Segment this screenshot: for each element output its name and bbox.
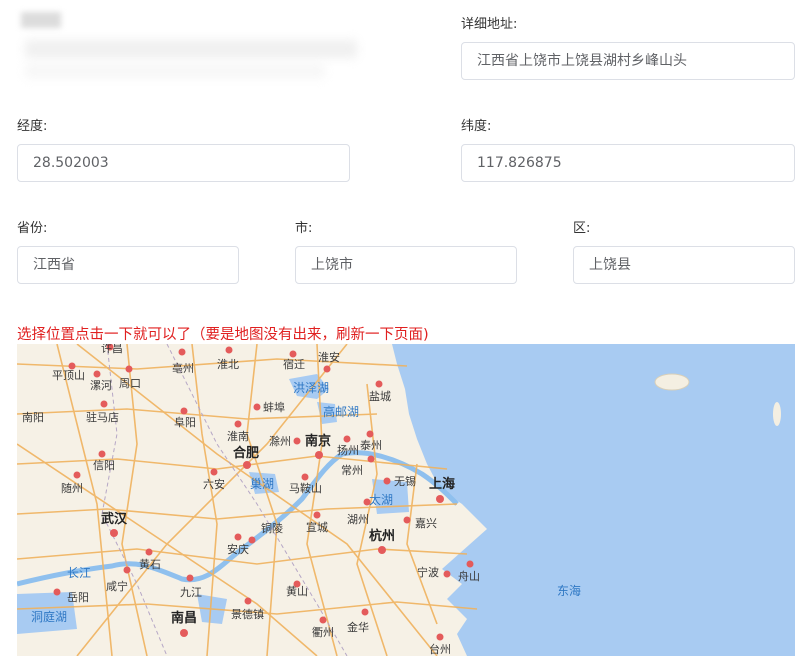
district-label: 区:	[573, 221, 591, 236]
map-label-changzhou: 常州	[341, 464, 363, 477]
map-label-huainan: 淮南	[227, 430, 249, 443]
map-label-wuhan: 武汉	[101, 511, 128, 527]
city-input[interactable]: 上饶市	[295, 246, 517, 284]
map-label-hangzhou: 杭州	[369, 528, 395, 544]
map-label-zhumadian: 驻马店	[86, 410, 119, 424]
map-label-yangzhou: 扬州	[337, 443, 359, 457]
map-label-pingdingshan: 平顶山	[52, 369, 85, 382]
map-label-xinyang: 信阳	[93, 459, 115, 472]
map-label-yueyang: 岳阳	[67, 591, 89, 604]
map-label-huaian: 淮安	[318, 350, 340, 364]
city-label: 市:	[295, 221, 313, 236]
district-input[interactable]: 上饶县	[573, 246, 795, 284]
map-label-jingdezhen: 景德镇	[231, 607, 264, 621]
map-label-jiujiang: 九江	[180, 586, 202, 599]
map-label-huangshan: 黄山	[286, 584, 308, 598]
map-label-zhoushan: 舟山	[458, 569, 480, 583]
latitude-label: 纬度:	[461, 119, 492, 134]
map-canvas[interactable]: 许昌 亳州 淮北 宿迁 淮安 平顶山 漯河 周口 盐城 南阳 驻马店 阜阳 蚌埠…	[17, 344, 795, 656]
longitude-label: 经度:	[17, 119, 48, 134]
map-label-hefei: 合肥	[233, 445, 259, 461]
map-label-chuzhou: 滁州	[269, 434, 291, 448]
map-label-bozhou: 亳州	[172, 361, 194, 375]
map-hint: 选择位置点击一下就可以了（要是地图没有出来，刷新一下页面)	[17, 327, 429, 343]
map-label-huaibei: 淮北	[217, 358, 239, 371]
map-label-dongtinghu: 洞庭湖	[31, 609, 67, 624]
map-label-jiaxing: 嘉兴	[415, 516, 437, 530]
map-label-wuxi: 无锡	[394, 474, 416, 488]
map-label-fuyang: 阜阳	[174, 416, 196, 429]
map-label-gaoyouhu: 高邮湖	[323, 404, 359, 419]
map-label-maanshan: 马鞍山	[289, 481, 322, 495]
map-label-jinhua: 金华	[347, 620, 369, 634]
map-label-taizhou-zj: 台州	[429, 642, 451, 656]
map-label-xuchang: 许昌	[101, 344, 123, 355]
map-label-bengbu: 蚌埠	[263, 400, 285, 414]
map-label-xuancheng: 宣城	[306, 520, 328, 534]
address-label: 详细地址:	[461, 17, 518, 32]
map-label-ningbo: 宁波	[417, 565, 439, 579]
map-label-nanyang: 南阳	[22, 411, 44, 424]
map-label-yancheng: 盐城	[369, 390, 391, 403]
map-label-zhoukou: 周口	[119, 377, 141, 390]
map-label-huangshi: 黄石	[139, 557, 161, 571]
province-label: 省份:	[17, 221, 48, 236]
map-label-nanjing: 南京	[305, 433, 331, 449]
map-label-changjiang: 长江	[67, 566, 91, 580]
map-label-suizhou: 随州	[61, 481, 83, 495]
map-svg[interactable]: 许昌 亳州 淮北 宿迁 淮安 平顶山 漯河 周口 盐城 南阳 驻马店 阜阳 蚌埠…	[17, 344, 795, 656]
map-label-nanchang: 南昌	[171, 610, 197, 626]
province-input[interactable]: 江西省	[17, 246, 239, 284]
longitude-input[interactable]: 28.502003	[17, 144, 350, 182]
latitude-input[interactable]: 117.826875	[461, 144, 795, 182]
map-label-chaohu: 巢湖	[250, 476, 274, 491]
map-label-taizhou: 泰州	[360, 438, 382, 452]
map-label-taihu: 太湖	[369, 492, 393, 507]
map-label-xianning: 咸宁	[106, 579, 128, 593]
address-input[interactable]: 江西省上饶市上饶县湖村乡峰山头	[461, 42, 795, 80]
blurred-header	[17, 12, 357, 82]
map-label-suqian: 宿迁	[283, 357, 305, 371]
map-label-donghai: 东海	[557, 583, 581, 598]
map-label-luan: 六安	[203, 477, 225, 491]
map-label-huzhou: 湖州	[347, 513, 369, 526]
map-label-tongling: 铜陵	[261, 521, 283, 535]
map-label-hongzehu: 洪泽湖	[293, 380, 329, 395]
map-label-luohe: 漯河	[90, 379, 112, 392]
map-label-quzhou: 衢州	[312, 626, 334, 639]
map-label-shanghai: 上海	[429, 476, 455, 492]
map-label-anqing: 安庆	[227, 542, 249, 556]
